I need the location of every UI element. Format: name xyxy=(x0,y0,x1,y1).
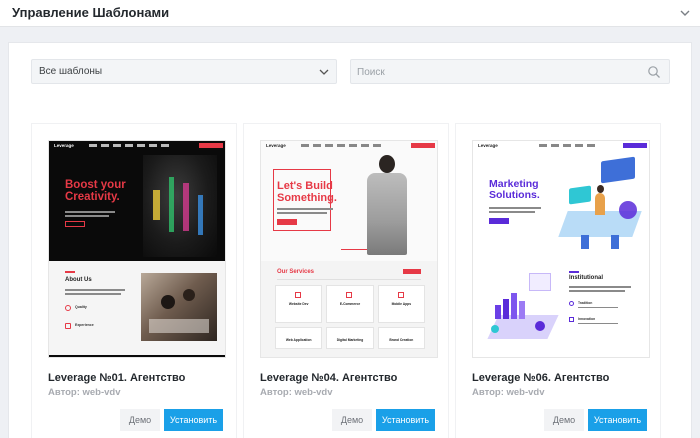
demo-button[interactable]: Демо xyxy=(544,409,584,431)
preview-person-body xyxy=(367,173,407,255)
preview-logo: Leverage xyxy=(266,143,286,148)
preview-text-line xyxy=(569,290,625,292)
template-author: Автор: web-vdv xyxy=(260,387,333,398)
preview-hero-line: Solutions. xyxy=(489,189,540,202)
template-author: Автор: web-vdv xyxy=(472,387,545,398)
preview-service: Web Application xyxy=(275,327,323,349)
preview-nav-links xyxy=(539,144,599,147)
preview-text-line xyxy=(65,211,115,213)
install-button[interactable]: Установить xyxy=(164,409,223,431)
template-preview[interactable]: Leverage Boost your Creativity. About Us… xyxy=(48,140,226,358)
preview-hero-line: Creativity. xyxy=(65,191,120,204)
template-card: Leverage Boost your Creativity. About Us… xyxy=(31,123,237,438)
preview-service: Digital Marketing xyxy=(326,327,374,349)
preview-nav-button xyxy=(199,143,223,148)
preview-text-line xyxy=(569,286,631,288)
install-button[interactable]: Установить xyxy=(376,409,435,431)
template-title: Leverage №04. Агентство xyxy=(260,372,398,384)
preview-service: Mobile Apps xyxy=(377,285,425,323)
preview-services-grid: Website Dev E-Commerce Mobile Apps Web A… xyxy=(275,285,425,357)
preview-about-image xyxy=(141,273,217,341)
install-button[interactable]: Установить xyxy=(588,409,647,431)
preview-services-section: Our Services Website Dev E-Commerce Mobi… xyxy=(261,261,437,357)
search-input[interactable] xyxy=(357,64,637,80)
demo-button[interactable]: Демо xyxy=(332,409,372,431)
demo-button[interactable]: Демо xyxy=(120,409,160,431)
preview-text-line xyxy=(578,307,618,308)
chevron-down-icon[interactable] xyxy=(678,6,692,20)
template-title: Leverage №06. Агентство xyxy=(472,372,610,384)
preview-logo: Leverage xyxy=(478,143,498,148)
category-select-value: Все шаблоны xyxy=(39,66,103,77)
preview-iso-illustration xyxy=(487,269,559,349)
preview-feature: Quality xyxy=(75,305,87,309)
preview-feature: Experience xyxy=(75,323,94,327)
preview-about-section: About Us Quality Experience xyxy=(49,261,225,357)
preview-text-line xyxy=(277,208,333,210)
preview-nav-button xyxy=(411,143,435,148)
preview-person-head xyxy=(379,155,395,173)
preview-service: Brand Creation xyxy=(377,327,425,349)
preview-hero-heading: Boost your Creativity. xyxy=(65,179,126,204)
search-icon[interactable] xyxy=(647,65,661,79)
search-field xyxy=(350,59,670,84)
preview-text-line xyxy=(65,293,121,295)
preview-nav-links xyxy=(301,144,381,147)
template-preview[interactable]: Leverage Let's Build Something. Our Serv… xyxy=(260,140,438,358)
preview-text-line xyxy=(489,211,535,213)
preview-section-title: Our Services xyxy=(277,269,315,275)
preview-hero-button xyxy=(489,218,509,224)
preview-hero-button xyxy=(277,219,297,225)
preview-service: E-Commerce xyxy=(326,285,374,323)
template-card: Leverage Let's Build Something. Our Serv… xyxy=(243,123,449,438)
preview-hero-line: Something. xyxy=(277,191,337,204)
preview-hero-button xyxy=(65,221,85,227)
preview-feature: Innovation xyxy=(578,317,596,321)
preview-feature: Tradition xyxy=(578,301,593,305)
preview-text-line xyxy=(65,215,109,217)
preview-hero: Leverage Marketing Solutions. xyxy=(473,141,649,261)
preview-nav-button xyxy=(623,143,647,148)
preview-nav: Leverage xyxy=(49,141,225,151)
preview-hero-heading: Let's Build Something. xyxy=(277,180,337,205)
preview-nav: Leverage xyxy=(473,141,649,151)
preview-hero-illustration xyxy=(557,156,647,253)
preview-hero-image xyxy=(143,155,217,257)
template-preview[interactable]: Leverage Marketing Solutions. Institutio… xyxy=(472,140,650,358)
preview-text-line xyxy=(489,207,541,209)
preview-section-title: Institutional xyxy=(569,275,603,281)
template-author: Автор: web-vdv xyxy=(48,387,121,398)
preview-text-line xyxy=(277,212,327,214)
chevron-down-icon xyxy=(319,69,329,75)
preview-hero-heading: Marketing Solutions. xyxy=(489,178,540,202)
templates-panel: Все шаблоны Leverage Boost your Creativi… xyxy=(8,42,692,438)
preview-logo: Leverage xyxy=(54,143,74,148)
preview-hero: Leverage Let's Build Something. xyxy=(261,141,437,261)
preview-text-line xyxy=(578,323,618,324)
preview-institutional-section: Institutional Tradition Innovation xyxy=(473,261,649,357)
preview-nav-links xyxy=(89,144,169,147)
template-card: Leverage Marketing Solutions. Institutio… xyxy=(455,123,661,438)
preview-service: Website Dev xyxy=(275,285,323,323)
preview-hero: Leverage Boost your Creativity. xyxy=(49,141,225,261)
preview-nav: Leverage xyxy=(261,141,437,151)
preview-hero-line: Boost your xyxy=(65,179,126,191)
page-header: Управление Шаблонами xyxy=(0,0,700,27)
template-title: Leverage №01. Агентство xyxy=(48,372,186,384)
preview-text-line xyxy=(65,289,125,291)
page-title: Управление Шаблонами xyxy=(12,5,170,20)
preview-section-title: About Us xyxy=(65,277,92,283)
category-select[interactable]: Все шаблоны xyxy=(31,59,337,84)
